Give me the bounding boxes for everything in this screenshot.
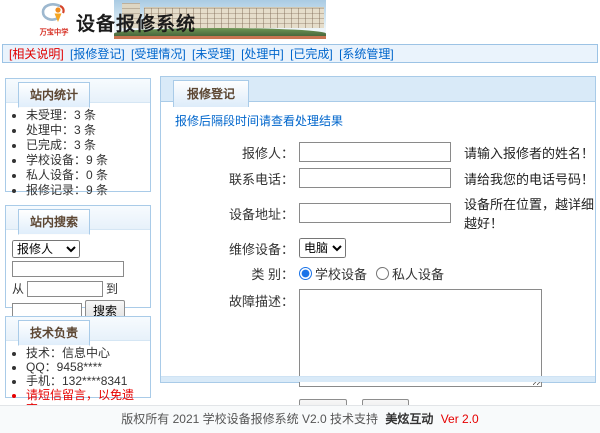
stat-item-school-devices: 学校设备：9 条 bbox=[26, 153, 148, 168]
stat-item-repair-records: 报修记录：9 条 bbox=[26, 183, 148, 198]
reporter-hint: 请输入报修者的姓名！ bbox=[464, 143, 594, 162]
stat-item-processing: 处理中：3 条 bbox=[26, 123, 148, 138]
page-title: 设备报修系统 bbox=[76, 9, 196, 36]
repair-register-panel: 报修登记 报修后隔段时间请查看处理结果 报修人： 请输入报修者的姓名！ 联系电话… bbox=[160, 76, 596, 383]
photo-track bbox=[114, 36, 326, 39]
category-option-school[interactable]: 学校设备 bbox=[299, 264, 367, 283]
phone-input[interactable] bbox=[299, 168, 451, 188]
nav-item-processing[interactable]: [处理中] bbox=[241, 47, 284, 61]
stat-item-private-devices: 私人设备：0 条 bbox=[26, 168, 148, 183]
search-type-select[interactable]: 报修人 bbox=[12, 240, 80, 258]
phone-hint: 请给我您的电话号码！ bbox=[464, 169, 594, 188]
address-label: 设备地址： bbox=[175, 204, 299, 223]
search-panel: 站内搜索 报修人 从 到 搜索 bbox=[5, 205, 151, 308]
nav-item-repair-register[interactable]: [报修登记] bbox=[70, 47, 125, 61]
search-keyword-input[interactable] bbox=[12, 261, 124, 277]
category-option-private-label: 私人设备 bbox=[392, 264, 444, 283]
tech-item-department: 技术：信息中心 bbox=[26, 346, 148, 360]
school-logo: 万宝中学 bbox=[26, 2, 82, 38]
repair-register-header: 报修登记 bbox=[161, 77, 595, 102]
search-to-label: 到 bbox=[106, 280, 118, 297]
tech-panel: 技术负责 技术：信息中心 QQ：9458**** 手机：132****8341 … bbox=[5, 316, 151, 398]
stats-list: 未受理：3 条 处理中：3 条 已完成：3 条 学校设备：9 条 私人设备：0 … bbox=[6, 103, 150, 198]
school-logo-icon bbox=[38, 2, 70, 24]
nav-item-completed[interactable]: [已完成] bbox=[290, 47, 333, 61]
tab-repair-register[interactable]: 报修登记 bbox=[173, 80, 249, 107]
reporter-input[interactable] bbox=[299, 142, 451, 162]
search-from-label: 从 bbox=[12, 280, 24, 297]
footer-copyright: 版权所有 2021 学校设备报修系统 V2.0 技术支持 bbox=[121, 412, 378, 426]
search-form: 报修人 从 到 搜索 bbox=[6, 230, 150, 321]
radio-school-device[interactable] bbox=[299, 267, 312, 280]
nav-item-related-info[interactable]: [相关说明] bbox=[9, 47, 64, 61]
stats-panel: 站内统计 未受理：3 条 处理中：3 条 已完成：3 条 学校设备：9 条 私人… bbox=[5, 78, 151, 192]
reporter-label: 报修人： bbox=[175, 143, 299, 162]
nav-item-system-admin[interactable]: [系统管理] bbox=[339, 47, 394, 61]
address-input[interactable] bbox=[299, 203, 451, 223]
stat-item-unaccepted: 未受理：3 条 bbox=[26, 108, 148, 123]
school-name: 万宝中学 bbox=[29, 28, 79, 38]
stats-panel-header: 站内统计 bbox=[6, 79, 150, 103]
header: 万宝中学 设备报修系统 bbox=[0, 0, 600, 40]
nav-item-unaccepted[interactable]: [未受理] bbox=[192, 47, 235, 61]
device-label: 维修设备： bbox=[175, 239, 299, 258]
address-hint: 设备所在位置，越详细越好！ bbox=[464, 194, 595, 232]
panel-bottom-strip bbox=[161, 376, 595, 382]
footer-version: Ver 2.0 bbox=[441, 412, 479, 426]
footer: 版权所有 2021 学校设备报修系统 V2.0 技术支持 美炫互动 Ver 2.… bbox=[0, 405, 600, 433]
tech-panel-header: 技术负责 bbox=[6, 317, 150, 341]
footer-company: 美炫互动 bbox=[385, 412, 433, 426]
form-hint: 报修后隔段时间请查看处理结果 bbox=[175, 112, 595, 129]
tech-item-phone: 手机：132****8341 bbox=[26, 374, 148, 388]
category-option-private[interactable]: 私人设备 bbox=[376, 264, 444, 283]
fault-description-textarea[interactable] bbox=[299, 289, 542, 387]
app-window: 万宝中学 设备报修系统 [相关说明] [报修登记] [受理情况] [未受理] [… bbox=[0, 0, 600, 433]
tech-item-qq: QQ：9458**** bbox=[26, 360, 148, 374]
phone-label: 联系电话： bbox=[175, 169, 299, 188]
main-nav: [相关说明] [报修登记] [受理情况] [未受理] [处理中] [已完成] [… bbox=[2, 44, 598, 63]
stat-item-completed: 已完成：3 条 bbox=[26, 138, 148, 153]
search-panel-title: 站内搜索 bbox=[18, 209, 90, 235]
tech-panel-title: 技术负责 bbox=[18, 320, 90, 346]
category-option-school-label: 学校设备 bbox=[315, 264, 367, 283]
category-label: 类 别： bbox=[175, 264, 299, 283]
radio-private-device[interactable] bbox=[376, 267, 389, 280]
search-from-input[interactable] bbox=[27, 281, 103, 297]
description-label: 故障描述： bbox=[175, 289, 299, 310]
search-panel-header: 站内搜索 bbox=[6, 206, 150, 230]
device-select[interactable]: 电脑 bbox=[299, 238, 346, 258]
stats-panel-title: 站内统计 bbox=[18, 82, 90, 108]
nav-item-acceptance-status[interactable]: [受理情况] bbox=[131, 47, 186, 61]
